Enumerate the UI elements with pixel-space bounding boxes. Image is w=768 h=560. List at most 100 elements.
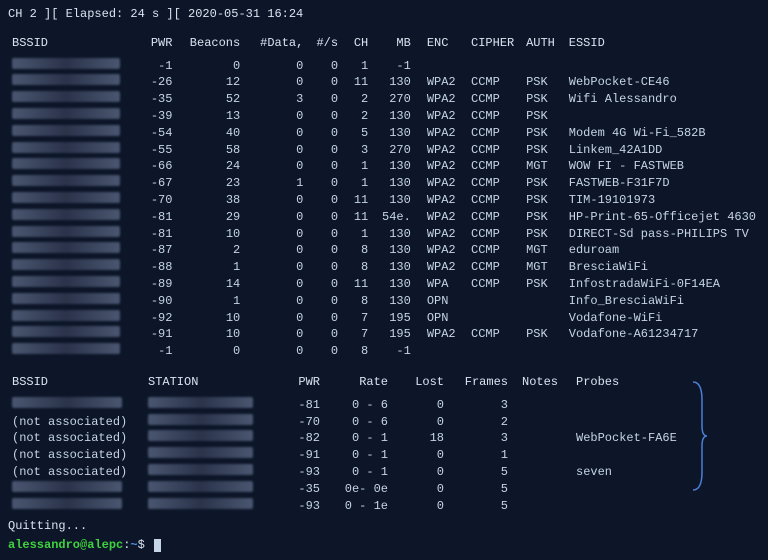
shell-prompt[interactable]: alessandro@alepc:~$ — [8, 537, 760, 554]
enc-cell: WPA2 — [415, 125, 467, 142]
mb-cell: 130 — [372, 175, 415, 192]
cipher-cell: CCMP — [467, 158, 522, 175]
ap-col-auth: AUTH — [522, 35, 565, 52]
status-header: CH 2 ][ Elapsed: 24 s ][ 2020-05-31 16:2… — [8, 6, 760, 23]
notes-cell — [512, 414, 572, 431]
ap-col-ps: #/s — [307, 35, 342, 52]
enc-cell — [415, 343, 467, 360]
enc-cell: OPN — [415, 293, 467, 310]
lost-cell: 0 — [392, 481, 448, 498]
data-cell: 0 — [244, 293, 307, 310]
notes-cell — [512, 397, 572, 414]
prompt-dollar: $ — [138, 538, 145, 552]
frames-cell: 2 — [448, 414, 512, 431]
table-row: (not associated)-820 - 1183WebPocket-FA6… — [8, 430, 760, 447]
auth-cell — [522, 293, 565, 310]
table-row: -8110001130WPA2CCMPPSKDIRECT-Sd pass-PHI… — [8, 226, 760, 243]
auth-cell: PSK — [522, 192, 565, 209]
rate-cell: 0e- 0e — [324, 481, 392, 498]
redacted-bssid — [12, 108, 120, 119]
station-table-header-row: BSSID STATION PWR Rate Lost Frames Notes… — [8, 374, 760, 391]
redacted-bssid — [12, 242, 120, 253]
table-row: -901008130OPNInfo_BresciaWiFi — [8, 293, 760, 310]
pwr-cell: -91 — [286, 447, 324, 464]
cipher-cell: CCMP — [467, 108, 522, 125]
redacted-bssid — [12, 276, 120, 287]
beacons-cell: 12 — [176, 74, 244, 91]
ch-cell: 1 — [342, 158, 372, 175]
ps-cell: 0 — [307, 293, 342, 310]
st-col-probes: Probes — [572, 374, 760, 391]
station-cell — [144, 430, 286, 447]
ap-col-bssid: BSSID — [8, 35, 140, 52]
ps-cell: 0 — [307, 58, 342, 75]
enc-cell: WPA2 — [415, 108, 467, 125]
ps-cell: 0 — [307, 226, 342, 243]
station-cell — [144, 414, 286, 431]
table-row: -8129001154e.WPA2CCMPPSKHP-Print-65-Offi… — [8, 209, 760, 226]
ap-table: BSSID PWR Beacons #Data, #/s CH MB ENC C… — [8, 35, 760, 360]
pwr-cell: -89 — [140, 276, 176, 293]
notes-cell — [512, 464, 572, 481]
terminal-window[interactable]: CH 2 ][ Elapsed: 24 s ][ 2020-05-31 16:2… — [0, 0, 768, 560]
redacted-bssid — [12, 343, 120, 354]
ch-cell: 7 — [342, 310, 372, 327]
data-cell: 0 — [244, 259, 307, 276]
data-cell: 0 — [244, 125, 307, 142]
auth-cell: PSK — [522, 91, 565, 108]
pwr-cell: -90 — [140, 293, 176, 310]
cipher-cell — [467, 58, 522, 75]
essid-cell: DIRECT-Sd pass-PHILIPS TV — [565, 226, 760, 243]
frames-cell: 5 — [448, 498, 512, 515]
table-row: -70380011130WPA2CCMPPSKTIM-19101973 — [8, 192, 760, 209]
quitting-message: Quitting... — [8, 518, 760, 535]
redacted-bssid — [12, 481, 122, 492]
beacons-cell: 1 — [176, 259, 244, 276]
beacons-cell: 10 — [176, 326, 244, 343]
ch-cell: 11 — [342, 276, 372, 293]
redacted-bssid — [12, 326, 120, 337]
frames-cell: 1 — [448, 447, 512, 464]
cipher-cell: CCMP — [467, 242, 522, 259]
enc-cell: OPN — [415, 310, 467, 327]
ps-cell: 0 — [307, 192, 342, 209]
auth-cell: PSK — [522, 142, 565, 159]
redacted-bssid — [12, 293, 120, 304]
ps-cell: 0 — [307, 175, 342, 192]
ps-cell: 0 — [307, 242, 342, 259]
beacons-cell: 14 — [176, 276, 244, 293]
ch-cell: 7 — [342, 326, 372, 343]
ch-cell: 3 — [342, 142, 372, 159]
ps-cell: 0 — [307, 343, 342, 360]
cipher-cell: CCMP — [467, 175, 522, 192]
lost-cell: 0 — [392, 464, 448, 481]
essid-cell: Vodafone-WiFi — [565, 310, 760, 327]
ch-cell: 1 — [342, 226, 372, 243]
enc-cell: WPA2 — [415, 226, 467, 243]
table-row: -930 - 1e05 — [8, 498, 760, 515]
ap-col-ch: CH — [342, 35, 372, 52]
lost-cell: 0 — [392, 498, 448, 515]
pwr-cell: -88 — [140, 259, 176, 276]
bssid-cell — [8, 125, 140, 142]
rate-cell: 0 - 6 — [324, 397, 392, 414]
ps-cell: 0 — [307, 259, 342, 276]
essid-cell: FASTWEB-F31F7D — [565, 175, 760, 192]
beacons-cell: 40 — [176, 125, 244, 142]
enc-cell: WPA2 — [415, 326, 467, 343]
enc-cell: WPA2 — [415, 158, 467, 175]
ch-cell: 11 — [342, 192, 372, 209]
bssid-cell: (not associated) — [8, 464, 144, 481]
mb-cell: 195 — [372, 326, 415, 343]
bssid-cell — [8, 175, 140, 192]
rate-cell: 0 - 1e — [324, 498, 392, 515]
data-cell: 0 — [244, 242, 307, 259]
table-row: -3913002130WPA2CCMPPSK — [8, 108, 760, 125]
enc-cell: WPA2 — [415, 259, 467, 276]
essid-cell — [565, 108, 760, 125]
bssid-cell — [8, 343, 140, 360]
auth-cell: PSK — [522, 326, 565, 343]
pwr-cell: -81 — [286, 397, 324, 414]
beacons-cell: 0 — [176, 58, 244, 75]
ch-cell: 5 — [342, 125, 372, 142]
